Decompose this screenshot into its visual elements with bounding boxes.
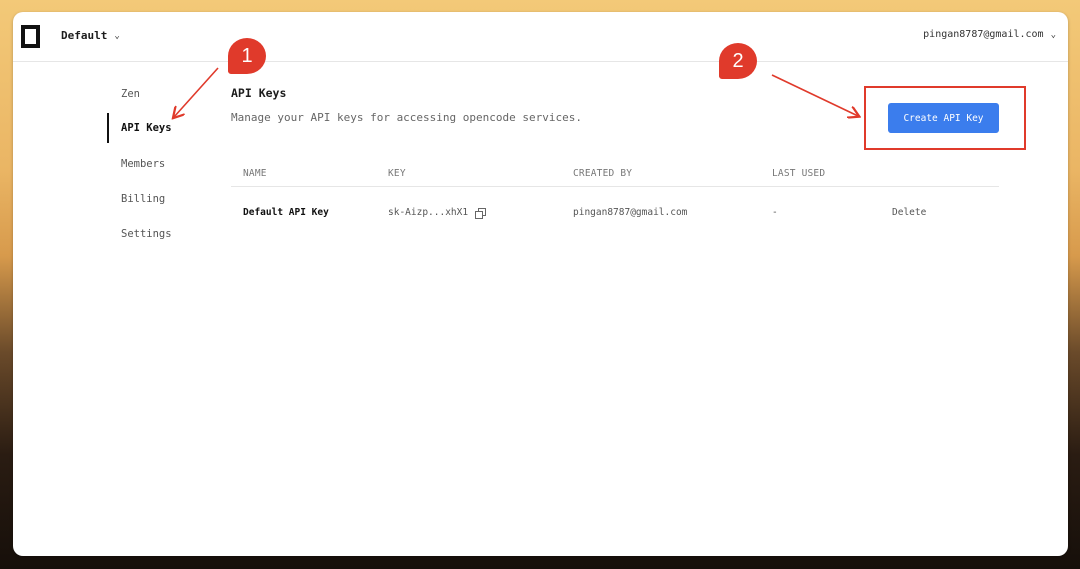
annotation-arrow-2: [771, 74, 858, 116]
annotation-arrows: [0, 67, 1080, 569]
annotation-arrow-1: [174, 67, 219, 117]
